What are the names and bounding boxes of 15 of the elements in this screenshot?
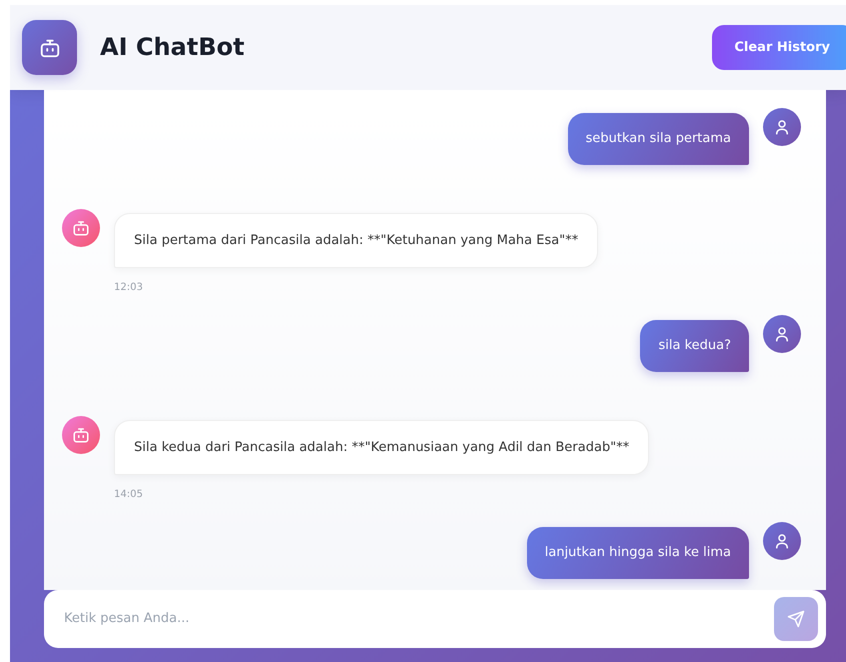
bot-message: Sila pertama dari Pancasila adalah: **"Ketuhanan yang Maha Esa"** <box>114 212 598 268</box>
robot-icon <box>72 218 90 236</box>
app-title: AI ChatBot <box>100 33 244 62</box>
user-message: sebutkan sila pertama <box>568 113 749 164</box>
message-time: 12:03 <box>114 281 144 295</box>
robot-icon <box>72 426 90 444</box>
user-message: sila kedua? <box>640 320 749 372</box>
user-icon <box>773 325 791 343</box>
message-time: 14:05 <box>114 488 144 502</box>
user-icon <box>773 118 791 136</box>
user-icon <box>773 532 791 550</box>
bot-message: Sila kedua dari Pancasila adalah: **"Kemanusiaan yang Adil dan Beradab"** <box>114 420 650 475</box>
clear-history-button[interactable]: Clear History <box>712 25 846 70</box>
send-icon <box>787 610 805 628</box>
user-message: lanjutkan hingga sila ke lima <box>526 527 749 578</box>
